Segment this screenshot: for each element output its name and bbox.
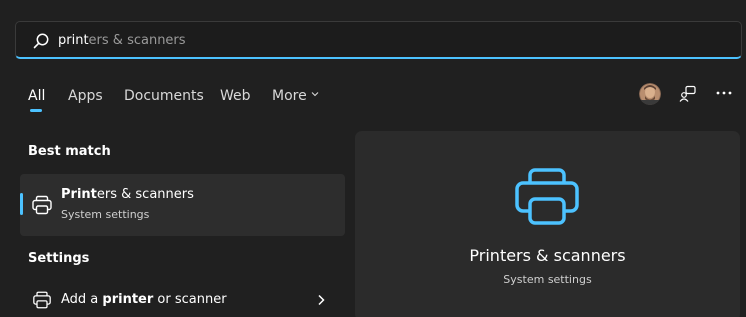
search-typed-text: print (58, 33, 89, 48)
search-query: printers & scanners (58, 33, 186, 49)
settings-item-label-post: or scanner (153, 292, 227, 307)
settings-item-label-bold: printer (102, 292, 154, 307)
search-window: printers & scanners All Apps Documents W… (0, 0, 746, 317)
search-icon (33, 33, 49, 49)
search-input[interactable]: printers & scanners (15, 21, 742, 59)
share-icon[interactable] (679, 85, 697, 103)
best-match-title-rest: ers & scanners (96, 187, 194, 202)
preview-panel: Printers & scanners System settings (355, 131, 740, 317)
tab-more-label: More (272, 88, 307, 104)
chevron-right-icon (318, 294, 325, 306)
best-match-title: Printers & scanners (61, 187, 194, 202)
settings-item-label: Add a printer or scanner (61, 292, 227, 307)
settings-item-add-printer[interactable]: Add a printer or scanner (20, 285, 345, 315)
preview-title: Printers & scanners (469, 246, 626, 265)
active-tab-indicator (30, 109, 42, 112)
best-match-result[interactable]: Printers & scanners System settings (20, 174, 345, 236)
tab-more[interactable]: More (272, 88, 319, 104)
search-suggestion-text: ers & scanners (88, 33, 186, 48)
chevron-down-icon (311, 92, 319, 97)
tab-apps[interactable]: Apps (68, 88, 103, 104)
preview-subtitle: System settings (503, 273, 592, 286)
settings-item-label-pre: Add a (61, 292, 103, 307)
tab-documents[interactable]: Documents (124, 88, 204, 104)
printer-icon (515, 168, 579, 225)
printer-icon (33, 291, 51, 309)
avatar[interactable] (639, 83, 661, 105)
tab-all[interactable]: All (28, 88, 45, 104)
best-match-subtitle: System settings (61, 208, 150, 221)
selection-indicator (20, 193, 23, 215)
printer-icon (32, 195, 52, 215)
best-match-heading: Best match (28, 144, 111, 159)
settings-heading: Settings (28, 251, 90, 266)
best-match-title-bold: Print (61, 187, 97, 202)
tab-web[interactable]: Web (220, 88, 251, 104)
more-options-icon[interactable] (715, 86, 733, 100)
